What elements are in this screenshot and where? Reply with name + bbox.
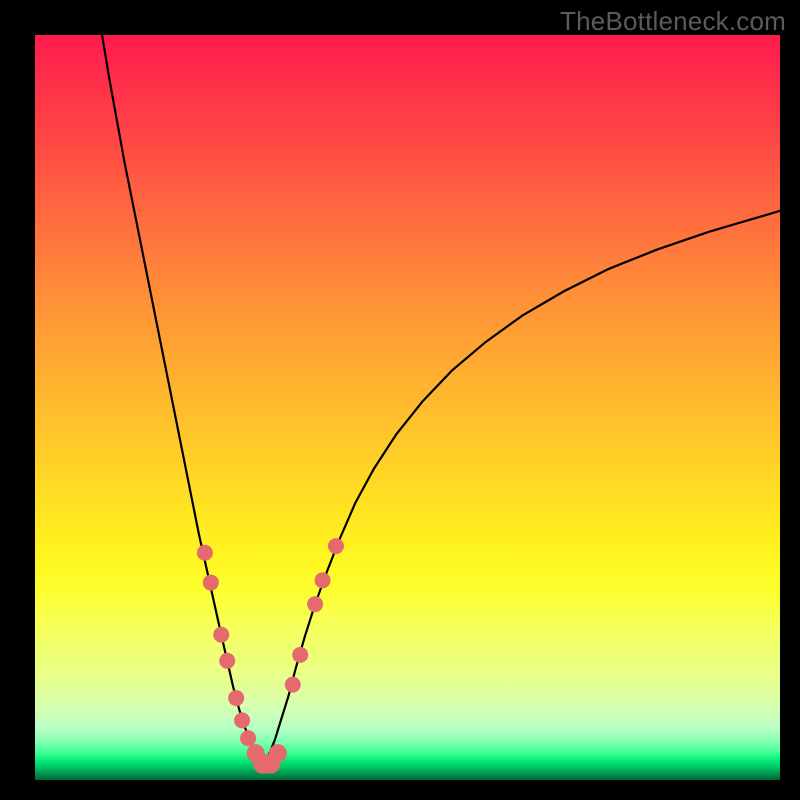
plot-area (35, 35, 780, 780)
marker-point (234, 712, 250, 728)
marker-point (240, 730, 256, 746)
chart-frame: TheBottleneck.com (0, 0, 800, 800)
curve-paths (102, 35, 780, 765)
marker-point (292, 647, 308, 663)
marker-point (213, 627, 229, 643)
marker-point (219, 653, 235, 669)
marker-point (197, 545, 213, 561)
marker-point (307, 596, 323, 612)
marker-point (228, 690, 244, 706)
curve-layer (35, 35, 780, 780)
watermark-text: TheBottleneck.com (560, 6, 786, 37)
marker-point (269, 744, 287, 762)
marker-point (203, 575, 219, 591)
series-right-branch (263, 211, 780, 765)
series-left-branch (102, 35, 263, 765)
marker-point (315, 572, 331, 588)
marker-points (197, 538, 344, 774)
marker-point (285, 677, 301, 693)
marker-point (328, 538, 344, 554)
